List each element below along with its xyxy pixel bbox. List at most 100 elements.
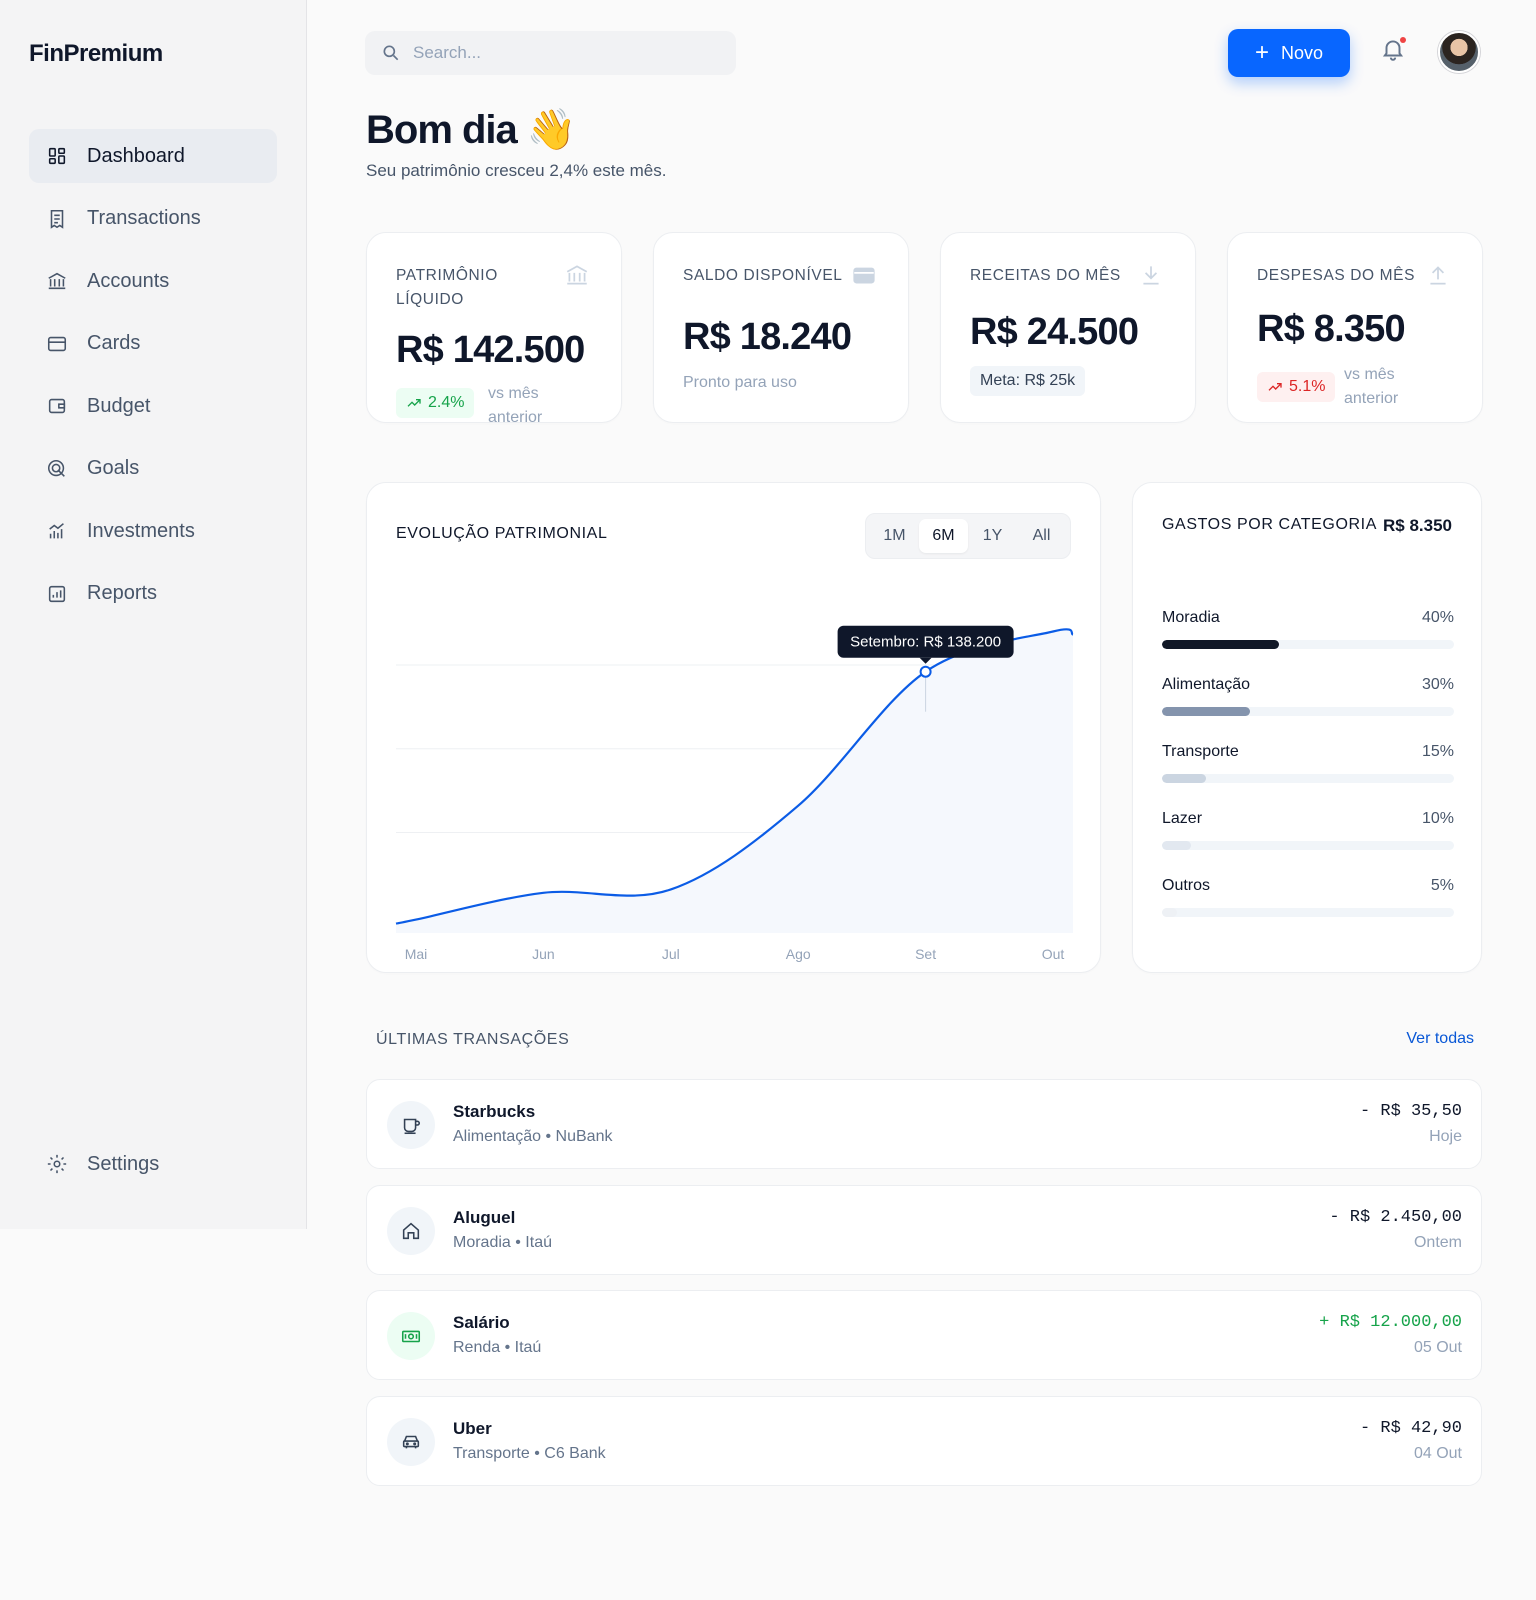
target-icon (45, 457, 69, 481)
kpi-label: RECEITAS DO MÊS (970, 267, 1121, 284)
category-progress-track (1162, 908, 1454, 917)
kpi-label: DESPESAS DO MÊS (1257, 267, 1416, 284)
search-input[interactable] (413, 43, 713, 63)
x-tick-label: Ago (786, 946, 811, 962)
category-name: Alimentação (1162, 676, 1251, 693)
sidebar-item-budget[interactable]: Budget (29, 379, 277, 433)
dashboard-icon (45, 144, 69, 168)
sidebar-item-label: Reports (87, 582, 158, 604)
transaction-row[interactable]: Salário Renda • Itaú + R$ 12.000,00 05 O… (366, 1290, 1482, 1380)
download-icon (1138, 262, 1166, 290)
transaction-details: Renda • Itaú (453, 1339, 542, 1356)
sidebar-item-label: Accounts (87, 269, 170, 292)
kpi-note: Pronto para uso (683, 374, 797, 391)
sidebar-item-label: Investments (87, 519, 195, 542)
sidebar-item-settings[interactable]: Settings (29, 1137, 277, 1191)
sidebar-nav: Dashboard Transactions Accounts Cards Bu… (29, 129, 277, 629)
category-name: Outros (1162, 877, 1211, 894)
x-tick-label: Jul (662, 946, 680, 962)
page-subtitle: Seu patrimônio cresceu 2,4% este mês. (366, 161, 667, 180)
card-icon (851, 262, 879, 290)
home-icon (387, 1207, 435, 1255)
sidebar-item-label: Cards (87, 332, 141, 354)
category-percent: 5% (1430, 877, 1454, 894)
transaction-details: Transporte • C6 Bank (453, 1445, 606, 1462)
transaction-amount: - R$ 42,90 (1359, 1419, 1462, 1438)
transaction-details: Alimentação • NuBank (453, 1128, 613, 1145)
sidebar-item-goals[interactable]: Goals (29, 442, 277, 496)
x-tick-label: Set (915, 946, 936, 962)
category-progress-fill (1162, 841, 1192, 850)
category-percent: 10% (1421, 810, 1454, 827)
category-progress-fill (1162, 908, 1177, 917)
sidebar-item-label: Budget (87, 394, 151, 417)
category-progress-fill (1162, 774, 1206, 783)
range-option-1y[interactable]: 1Y (968, 519, 1017, 553)
trend-value: 2.4% (428, 394, 465, 411)
category-progress-track (1162, 841, 1454, 850)
kpi-value: R$ 8.350 (1257, 308, 1406, 350)
x-tick-label: Out (1042, 946, 1065, 962)
transaction-name: Salário (453, 1313, 510, 1332)
category-progress-track (1162, 640, 1454, 649)
range-option-1m[interactable]: 1M (870, 519, 919, 553)
receipt-icon (45, 207, 69, 231)
trend-badge: 2.4% (396, 388, 475, 418)
gear-icon (45, 1152, 69, 1176)
range-selector: 1M 6M 1Y All (865, 513, 1071, 559)
highlight-point (919, 665, 932, 678)
page-title: Bom dia 👋 (366, 108, 577, 152)
transaction-date: Ontem (1413, 1234, 1462, 1251)
transaction-date: 05 Out (1413, 1339, 1462, 1356)
sidebar-item-dashboard[interactable]: Dashboard (29, 129, 277, 183)
sidebar-item-label: Dashboard (87, 144, 185, 167)
transaction-name: Aluguel (453, 1208, 516, 1227)
kpi-card-net-worth: PATRIMÔNIO LÍQUIDO R$ 142.500 2.4% vs mê… (366, 232, 622, 426)
sidebar-item-label: Goals (87, 457, 140, 479)
kpi-label: PATRIMÔNIO LÍQUIDO (396, 267, 498, 308)
kpi-card-monthly-income: RECEITAS DO MÊS R$ 24.500 Meta: R$ 25k (940, 232, 1196, 423)
new-button[interactable]: + Novo (1228, 29, 1350, 77)
transaction-amount: - R$ 35,50 (1359, 1102, 1462, 1121)
credit-card-icon (45, 332, 69, 356)
search-icon (383, 45, 399, 61)
coffee-icon (387, 1101, 435, 1149)
new-button-label: Novo (1280, 42, 1324, 63)
range-option-all[interactable]: All (1017, 519, 1066, 553)
goal-badge: Meta: R$ 25k (970, 366, 1086, 396)
sidebar-item-transactions[interactable]: Transactions (29, 192, 277, 246)
trend-up-icon (1268, 383, 1282, 391)
cash-icon (387, 1312, 435, 1360)
category-total: R$ 8.350 (1383, 516, 1452, 535)
see-all-link[interactable]: Ver todas (1406, 1030, 1474, 1048)
report-icon (45, 582, 69, 606)
transaction-date: 04 Out (1413, 1445, 1462, 1462)
sidebar: FinPremium Dashboard Transactions Accoun… (0, 0, 307, 1229)
x-tick-label: Jun (532, 946, 555, 962)
category-percent: 40% (1421, 609, 1454, 626)
trend-badge: 5.1% (1257, 372, 1336, 402)
avatar[interactable] (1438, 31, 1480, 73)
bank-icon (564, 262, 592, 290)
wallet-icon (45, 394, 69, 418)
transaction-row[interactable]: Uber Transporte • C6 Bank - R$ 42,90 04 … (366, 1396, 1482, 1486)
notifications-button[interactable] (1380, 36, 1408, 64)
kpi-value: R$ 142.500 (396, 329, 585, 371)
sidebar-item-accounts[interactable]: Accounts (29, 254, 277, 308)
transaction-row[interactable]: Starbucks Alimentação • NuBank - R$ 35,5… (366, 1079, 1482, 1169)
kpi-card-available-balance: SALDO DISPONÍVEL R$ 18.240 Pronto para u… (653, 232, 909, 423)
net-worth-chart-card: Setembro: R$ 138.200 Mai Jun Jul Ago Set Out E… (366, 482, 1101, 973)
sidebar-item-investments[interactable]: Investments (29, 504, 277, 558)
category-title: GASTOS POR CATEGORIA (1162, 516, 1377, 533)
range-option-6m[interactable]: 6M (919, 519, 968, 553)
kpi-label: SALDO DISPONÍVEL (683, 267, 843, 284)
transaction-row[interactable]: Aluguel Moradia • Itaú - R$ 2.450,00 Ont… (366, 1185, 1482, 1275)
transaction-amount: + R$ 12.000,00 (1319, 1313, 1462, 1332)
category-progress-fill (1162, 640, 1279, 649)
sidebar-item-cards[interactable]: Cards (29, 317, 277, 371)
transaction-name: Starbucks (453, 1102, 536, 1121)
sidebar-item-reports[interactable]: Reports (29, 567, 277, 621)
sidebar-item-label: Settings (87, 1152, 160, 1175)
tooltip-text: Setembro: R$ 138.200 (850, 634, 1001, 651)
kpi-value: R$ 24.500 (970, 311, 1139, 353)
